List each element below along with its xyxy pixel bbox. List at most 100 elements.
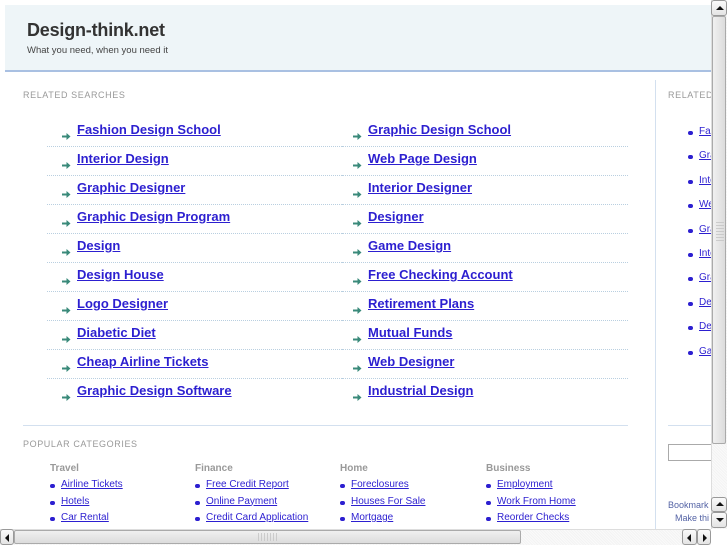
arrow-bullet-icon xyxy=(62,186,71,198)
dot-bullet-icon xyxy=(486,517,491,521)
related-search-link[interactable]: Fashion Design School xyxy=(77,122,221,137)
related-search-link[interactable]: Logo Designer xyxy=(77,296,168,311)
popular-categories-label: POPULAR CATEGORIES xyxy=(23,439,138,449)
make-homepage-link[interactable]: Make thi xyxy=(675,513,709,523)
sidebar-related-link[interactable]: De xyxy=(699,297,711,308)
category-link[interactable]: Employment xyxy=(497,479,553,490)
arrow-bullet-icon xyxy=(353,244,362,256)
category-link[interactable]: Reorder Checks xyxy=(497,512,569,523)
category-link[interactable]: Free Credit Report xyxy=(206,479,289,490)
related-search-item: Designer xyxy=(342,205,628,234)
related-search-item: Graphic Design Software xyxy=(47,379,342,408)
related-search-link[interactable]: Design xyxy=(77,238,120,253)
related-search-link[interactable]: Mutual Funds xyxy=(368,325,453,340)
arrow-bullet-icon xyxy=(62,215,71,227)
sidebar-related-link[interactable]: Inte xyxy=(699,175,711,186)
related-search-item: Design xyxy=(47,234,342,263)
sidebar-related-link[interactable]: De xyxy=(699,321,711,332)
site-title: Design-think.net xyxy=(27,20,165,40)
sidebar-related-label: RELATED xyxy=(668,90,711,100)
related-search-item: Retirement Plans xyxy=(342,292,628,321)
related-search-item: Mutual Funds xyxy=(342,321,628,350)
category-link[interactable]: Work From Home xyxy=(497,496,576,507)
related-search-link[interactable]: Graphic Design Program xyxy=(77,209,230,224)
dot-bullet-icon xyxy=(688,277,693,282)
arrow-left-icon xyxy=(5,534,9,542)
category-link[interactable]: Mortgage xyxy=(351,512,393,523)
scroll-right-button[interactable] xyxy=(697,529,711,545)
related-search-link[interactable]: Industrial Design xyxy=(368,383,473,398)
dot-bullet-icon xyxy=(340,500,345,505)
dot-bullet-icon xyxy=(688,204,693,209)
related-search-link[interactable]: Designer xyxy=(368,209,424,224)
related-search-item: Graphic Design Program xyxy=(47,205,342,234)
related-search-link[interactable]: Web Designer xyxy=(368,354,454,369)
arrow-down-icon xyxy=(716,518,724,522)
related-search-link[interactable]: Interior Design xyxy=(77,151,169,166)
category-title: Travel xyxy=(50,463,79,474)
column-divider xyxy=(655,80,656,529)
scroll-left-button[interactable] xyxy=(0,529,14,545)
related-search-link[interactable]: Retirement Plans xyxy=(368,296,474,311)
scroll-down-button[interactable] xyxy=(711,512,727,528)
related-search-item: Fashion Design School xyxy=(47,118,342,147)
related-search-item: Graphic Design School xyxy=(342,118,628,147)
scroll-left-button-secondary[interactable] xyxy=(682,529,697,545)
scroll-up-button[interactable] xyxy=(711,0,727,16)
related-search-link[interactable]: Graphic Designer xyxy=(77,180,185,195)
category-link[interactable]: Houses For Sale xyxy=(351,496,425,507)
scroll-up-button-secondary[interactable] xyxy=(711,497,727,512)
related-search-item: Diabetic Diet xyxy=(47,321,342,350)
related-search-item: Interior Design xyxy=(47,147,342,176)
category-link[interactable]: Credit Card Application xyxy=(206,512,308,523)
related-search-item: Industrial Design xyxy=(342,379,628,408)
related-search-item: Free Checking Account xyxy=(342,263,628,292)
arrow-bullet-icon xyxy=(353,186,362,198)
related-search-link[interactable]: Cheap Airline Tickets xyxy=(77,354,209,369)
dot-bullet-icon xyxy=(195,517,200,521)
dot-bullet-icon xyxy=(688,301,693,306)
dot-bullet-icon xyxy=(340,484,345,488)
sidebar-related-link[interactable]: Gra xyxy=(699,150,711,161)
sidebar-search-input[interactable] xyxy=(668,444,711,461)
category-link[interactable]: Online Payment xyxy=(206,496,277,507)
related-search-item: Graphic Designer xyxy=(47,176,342,205)
sidebar-related-link[interactable]: Fas xyxy=(699,126,711,137)
category-link[interactable]: Hotels xyxy=(61,496,89,507)
horizontal-grip-icon xyxy=(258,533,278,541)
related-search-item: Cheap Airline Tickets xyxy=(47,350,342,379)
related-search-link[interactable]: Free Checking Account xyxy=(368,267,513,282)
related-search-link[interactable]: Game Design xyxy=(368,238,451,253)
category-link[interactable]: Airline Tickets xyxy=(61,479,123,490)
related-search-link[interactable]: Web Page Design xyxy=(368,151,477,166)
sidebar-related-link[interactable]: We xyxy=(699,199,711,210)
page-viewport: Design-think.net What you need, when you… xyxy=(0,0,711,529)
dot-bullet-icon xyxy=(486,500,491,505)
related-search-link[interactable]: Diabetic Diet xyxy=(77,325,156,340)
category-title: Finance xyxy=(195,463,233,474)
arrow-bullet-icon xyxy=(62,128,71,140)
related-search-link[interactable]: Graphic Design Software xyxy=(77,383,232,398)
related-search-link[interactable]: Graphic Design School xyxy=(368,122,511,137)
sidebar-related-link[interactable]: Ga xyxy=(699,346,711,357)
vertical-grip-icon xyxy=(716,222,724,242)
related-search-link[interactable]: Design House xyxy=(77,267,164,282)
sidebar-related-link[interactable]: Inte xyxy=(699,248,711,259)
related-search-item: Web Designer xyxy=(342,350,628,379)
arrow-right-icon xyxy=(703,534,707,542)
related-search-link[interactable]: Interior Designer xyxy=(368,180,472,195)
dot-bullet-icon xyxy=(50,517,55,521)
arrow-bullet-icon xyxy=(353,331,362,343)
dot-bullet-icon xyxy=(688,131,693,135)
bookmark-link[interactable]: Bookmark xyxy=(668,500,709,510)
arrow-bullet-icon xyxy=(353,157,362,169)
category-link[interactable]: Foreclosures xyxy=(351,479,409,490)
category-link[interactable]: Car Rental xyxy=(61,512,109,523)
arrow-bullet-icon xyxy=(62,244,71,256)
sidebar-related-link[interactable]: Gra xyxy=(699,272,711,283)
sidebar-related-link[interactable]: Gra xyxy=(699,224,711,235)
arrow-bullet-icon xyxy=(353,215,362,227)
arrow-bullet-icon xyxy=(353,302,362,314)
dot-bullet-icon xyxy=(688,350,693,355)
arrow-bullet-icon xyxy=(353,128,362,140)
